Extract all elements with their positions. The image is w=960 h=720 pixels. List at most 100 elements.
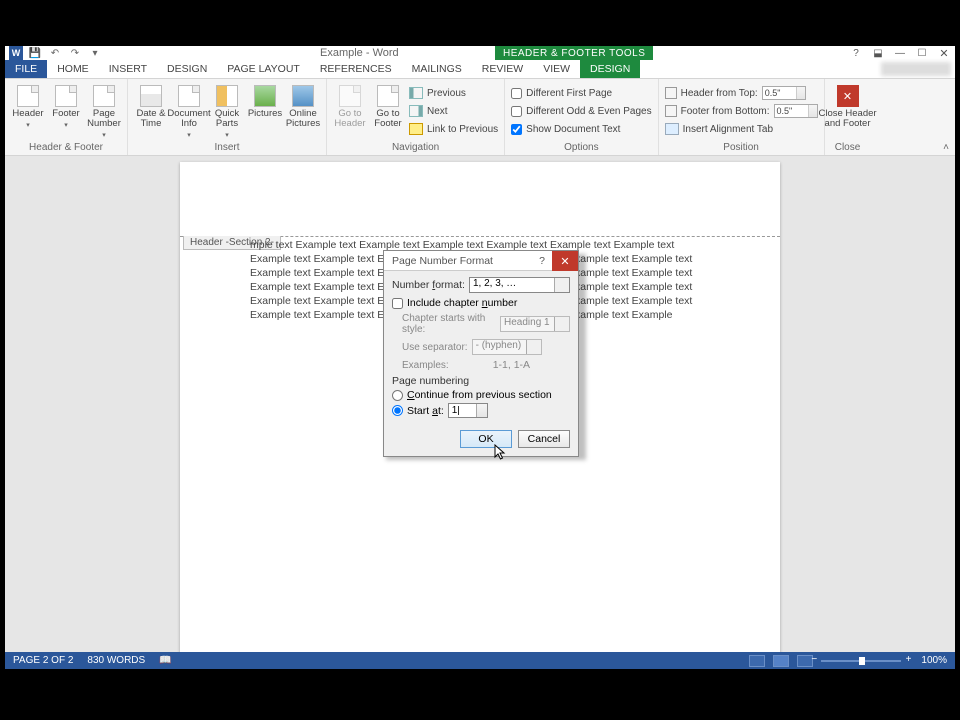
separator-label: Use separator: (402, 342, 468, 353)
goto-header-icon (339, 85, 361, 107)
tab-hf-design[interactable]: DESIGN (580, 60, 640, 78)
header-from-top-spinner[interactable]: 0.5" (762, 86, 806, 100)
group-navigation: Go to Header Go to Footer Previous Next … (327, 79, 505, 155)
footer-from-bottom-row: Footer from Bottom:0.5" (665, 103, 818, 119)
read-mode-icon[interactable] (749, 655, 765, 667)
online-pictures-icon (292, 85, 314, 107)
examples-label: Examples: (402, 360, 449, 371)
quick-parts-button[interactable]: Quick Parts▾ (210, 83, 244, 139)
goto-footer-icon (377, 85, 399, 107)
page-number-icon (93, 85, 115, 107)
zoom-level[interactable]: 100% (921, 655, 947, 666)
group-label-nav: Navigation (333, 142, 498, 155)
next-button[interactable]: Next (409, 103, 498, 119)
group-label-position: Position (665, 142, 818, 155)
alignment-tab-icon (665, 123, 679, 135)
continue-radio[interactable]: Continue from previous section (392, 389, 570, 401)
tab-file[interactable]: FILE (5, 60, 47, 78)
header-button[interactable]: Header▾ (11, 83, 45, 129)
tab-mailings[interactable]: MAILINGS (402, 60, 472, 78)
dialog-close-icon[interactable]: ✕ (552, 251, 578, 271)
group-insert: Date & Time Document Info▾ Quick Parts▾ … (128, 79, 327, 155)
account-area[interactable] (881, 62, 951, 76)
collapse-ribbon-icon[interactable]: ˄ (943, 142, 949, 153)
document-area: Header -Section 2- mple text Example tex… (5, 156, 955, 652)
ruler-icon (665, 105, 677, 117)
group-close: Close Header and Footer Close (825, 79, 871, 155)
word-count[interactable]: 830 WORDS (87, 655, 145, 666)
group-label-insert: Insert (134, 142, 320, 155)
online-pictures-button[interactable]: Online Pictures (286, 83, 320, 129)
pictures-button[interactable]: Pictures (248, 83, 282, 119)
page-numbering-label: Page numbering (392, 375, 570, 387)
word-window: W 💾 ↶ ↷ ▾ Example - Word HEADER & FOOTER… (5, 46, 955, 669)
group-label-options: Options (511, 142, 651, 155)
diff-first-page-checkbox[interactable]: Different First Page (511, 85, 651, 101)
group-position: Header from Top:0.5" Footer from Bottom:… (659, 79, 825, 155)
footer-icon (55, 85, 77, 107)
window-title: Example - Word (320, 47, 399, 59)
tab-review[interactable]: REVIEW (472, 60, 533, 78)
help-icon[interactable]: ? (845, 46, 867, 60)
tab-design[interactable]: DESIGN (157, 60, 217, 78)
quick-access-toolbar: W 💾 ↶ ↷ ▾ (5, 46, 103, 60)
page-number-button[interactable]: Page Number▾ (87, 83, 121, 139)
insert-alignment-tab-button[interactable]: Insert Alignment Tab (665, 121, 818, 137)
footer-from-bottom-spinner[interactable]: 0.5" (774, 104, 818, 118)
ruler-icon (665, 87, 677, 99)
tab-page-layout[interactable]: PAGE LAYOUT (217, 60, 310, 78)
tab-view[interactable]: VIEW (533, 60, 580, 78)
close-window-icon[interactable]: ✕ (933, 46, 955, 60)
header-icon (17, 85, 39, 107)
group-options: Different First Page Different Odd & Eve… (505, 79, 658, 155)
tab-home[interactable]: HOME (47, 60, 99, 78)
ribbon: Header▾ Footer▾ Page Number▾ Header & Fo… (5, 79, 955, 156)
docinfo-icon (178, 85, 200, 107)
word-icon: W (9, 46, 23, 60)
start-at-spinner[interactable]: 1 (448, 403, 488, 418)
number-format-select[interactable]: 1, 2, 3, … (469, 277, 570, 293)
undo-icon[interactable]: ↶ (47, 46, 63, 60)
start-at-radio[interactable]: Start at: 1 (392, 403, 570, 418)
page-indicator[interactable]: PAGE 2 OF 2 (13, 655, 73, 666)
ok-button[interactable]: OK (460, 430, 512, 448)
contextual-tab-header: HEADER & FOOTER TOOLS (495, 46, 653, 60)
proofing-icon[interactable]: 📖 (159, 655, 171, 666)
close-hf-button[interactable]: Close Header and Footer (831, 83, 865, 129)
separator-select: - (hyphen) (472, 339, 542, 355)
chapter-style-select: Heading 1 (500, 316, 570, 332)
document-info-button[interactable]: Document Info▾ (172, 83, 206, 139)
cancel-button[interactable]: Cancel (518, 430, 570, 448)
date-time-button[interactable]: Date & Time (134, 83, 168, 129)
ribbon-tabs: FILE HOME INSERT DESIGN PAGE LAYOUT REFE… (5, 60, 955, 79)
previous-button[interactable]: Previous (409, 85, 498, 101)
redo-icon[interactable]: ↷ (67, 46, 83, 60)
maximize-icon[interactable]: ☐ (911, 46, 933, 60)
dialog-help-icon[interactable]: ? (532, 251, 552, 271)
print-layout-icon[interactable] (773, 655, 789, 667)
pictures-icon (254, 85, 276, 107)
status-bar: PAGE 2 OF 2 830 WORDS 📖 100% (5, 652, 955, 669)
close-hf-icon (837, 85, 859, 107)
tab-references[interactable]: REFERENCES (310, 60, 402, 78)
ribbon-options-icon[interactable]: ⬓ (867, 46, 889, 60)
goto-footer-button[interactable]: Go to Footer (371, 83, 405, 129)
link-previous-button[interactable]: Link to Previous (409, 121, 498, 137)
examples-value: 1-1, 1-A (493, 359, 530, 371)
save-icon[interactable]: 💾 (27, 46, 43, 60)
group-label-hf: Header & Footer (11, 142, 121, 155)
previous-icon (409, 87, 423, 99)
show-doc-text-checkbox[interactable]: Show Document Text (511, 121, 651, 137)
minimize-icon[interactable]: — (889, 46, 911, 60)
number-format-label: Number format: (392, 279, 465, 291)
diff-odd-even-checkbox[interactable]: Different Odd & Even Pages (511, 103, 651, 119)
goto-header-button[interactable]: Go to Header (333, 83, 367, 129)
zoom-slider[interactable] (821, 660, 901, 662)
include-chapter-checkbox[interactable]: Include chapter number (392, 297, 570, 309)
title-bar: W 💾 ↶ ↷ ▾ Example - Word HEADER & FOOTER… (5, 46, 955, 60)
group-header-footer: Header▾ Footer▾ Page Number▾ Header & Fo… (5, 79, 128, 155)
qat-dropdown-icon[interactable]: ▾ (87, 46, 103, 60)
footer-button[interactable]: Footer▾ (49, 83, 83, 129)
tab-insert[interactable]: INSERT (99, 60, 157, 78)
group-label-close: Close (831, 142, 865, 155)
